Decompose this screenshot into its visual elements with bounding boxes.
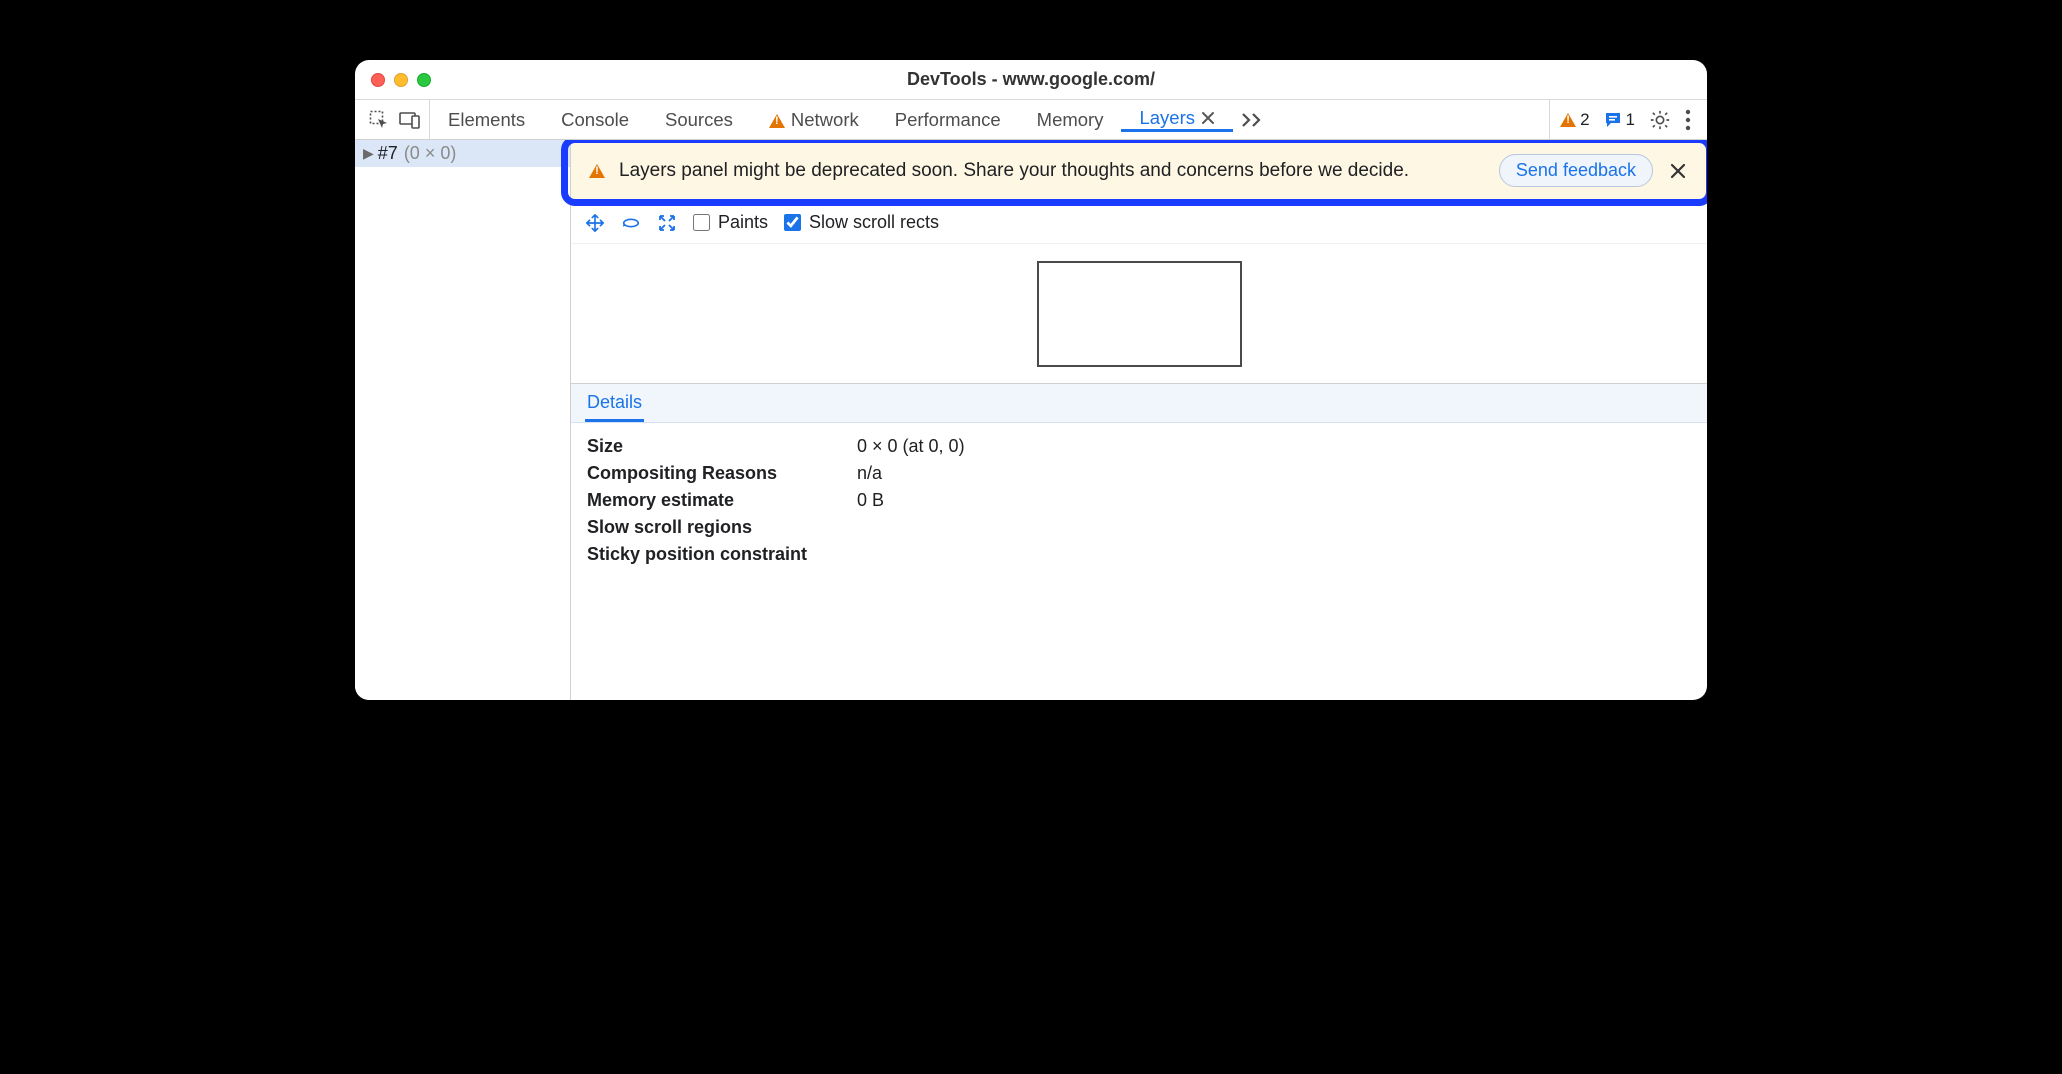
detail-key: Memory estimate (587, 487, 857, 514)
tab-network[interactable]: Network (751, 109, 877, 131)
close-banner-icon[interactable] (1667, 160, 1689, 182)
tab-label: Performance (895, 109, 1001, 131)
tab-label: Memory (1037, 109, 1104, 131)
tab-label: Console (561, 109, 629, 131)
layers-3d-view[interactable] (571, 244, 1707, 384)
layer-tree-item[interactable]: ▶ #7 (0 × 0) (355, 140, 570, 167)
detail-row-size: Size 0 × 0 (at 0, 0) (587, 433, 965, 460)
details-tabbar: Details (571, 384, 1707, 423)
slow-scroll-label: Slow scroll rects (809, 212, 939, 233)
layers-toolbar: Paints Slow scroll rects (571, 202, 1707, 244)
deprecation-banner: Layers panel might be deprecated soon. S… (571, 140, 1707, 202)
tab-layers[interactable]: Layers (1121, 107, 1233, 132)
layer-name: #7 (378, 143, 398, 164)
detail-value: 0 × 0 (at 0, 0) (857, 433, 965, 460)
slow-scroll-checkbox[interactable]: Slow scroll rects (784, 212, 939, 233)
inspect-element-icon[interactable] (369, 110, 389, 130)
warning-count: 2 (1580, 110, 1589, 130)
reset-view-icon[interactable] (657, 213, 677, 233)
tab-performance[interactable]: Performance (877, 109, 1019, 131)
zoom-window-button[interactable] (417, 73, 431, 87)
detail-value: n/a (857, 460, 965, 487)
send-feedback-button[interactable]: Send feedback (1499, 154, 1653, 187)
rotate-tool-icon[interactable] (621, 213, 641, 233)
tab-label: Layers (1139, 107, 1195, 129)
details-table: Size 0 × 0 (at 0, 0) Compositing Reasons… (587, 433, 965, 568)
panel-tabs: Elements Console Sources Network Perform… (430, 100, 1273, 139)
window-controls (371, 73, 431, 87)
warning-icon (769, 114, 785, 128)
paints-label: Paints (718, 212, 768, 233)
tab-console[interactable]: Console (543, 109, 647, 131)
banner-text: Layers panel might be deprecated soon. S… (619, 160, 1485, 182)
settings-icon[interactable] (1649, 109, 1671, 131)
layers-main: Layers panel might be deprecated soon. S… (571, 140, 1707, 700)
panel-body: ▶ #7 (0 × 0) Layers panel might be depre… (355, 140, 1707, 700)
detail-row-compositing: Compositing Reasons n/a (587, 460, 965, 487)
detail-key: Compositing Reasons (587, 460, 857, 487)
detail-row-sticky: Sticky position constraint (587, 541, 965, 568)
window-title: DevTools - www.google.com/ (355, 69, 1707, 90)
detail-value (857, 514, 965, 541)
tab-label: Elements (448, 109, 525, 131)
slow-scroll-checkbox-input[interactable] (784, 214, 801, 231)
issues-counter[interactable]: 2 (1560, 110, 1589, 130)
layer-dimensions: (0 × 0) (402, 143, 457, 164)
tab-label: Sources (665, 109, 733, 131)
devtools-window: DevTools - www.google.com/ Elements Cons… (355, 60, 1707, 700)
detail-key: Slow scroll regions (587, 514, 857, 541)
messages-counter[interactable]: 1 (1604, 110, 1635, 130)
close-tab-icon[interactable] (1201, 111, 1215, 125)
tab-elements[interactable]: Elements (430, 109, 543, 131)
main-tabstrip: Elements Console Sources Network Perform… (355, 100, 1707, 140)
tab-label: Network (791, 109, 859, 131)
detail-value (857, 541, 965, 568)
more-tabs-button[interactable] (1233, 112, 1273, 128)
paints-checkbox-input[interactable] (693, 214, 710, 231)
device-toolbar-icon[interactable] (399, 110, 421, 130)
tab-sources[interactable]: Sources (647, 109, 751, 131)
detail-row-memory: Memory estimate 0 B (587, 487, 965, 514)
deprecation-banner-wrap: Layers panel might be deprecated soon. S… (571, 140, 1707, 202)
message-count: 1 (1626, 110, 1635, 130)
message-icon (1604, 111, 1622, 129)
close-window-button[interactable] (371, 73, 385, 87)
detail-key: Sticky position constraint (587, 541, 857, 568)
paints-checkbox[interactable]: Paints (693, 212, 768, 233)
layer-rectangle[interactable] (1037, 261, 1242, 367)
kebab-menu-icon[interactable] (1685, 109, 1691, 131)
detail-row-slow-scroll: Slow scroll regions (587, 514, 965, 541)
detail-key: Size (587, 433, 857, 460)
detail-value: 0 B (857, 487, 965, 514)
layers-tree-sidebar: ▶ #7 (0 × 0) (355, 140, 571, 700)
warning-icon (589, 164, 605, 178)
warning-icon (1560, 113, 1576, 127)
titlebar: DevTools - www.google.com/ (355, 60, 1707, 100)
minimize-window-button[interactable] (394, 73, 408, 87)
disclosure-triangle-icon[interactable]: ▶ (363, 145, 374, 162)
details-tab[interactable]: Details (585, 384, 644, 422)
inspect-tools (361, 100, 430, 139)
tabstrip-status: 2 1 (1549, 100, 1701, 139)
tab-memory[interactable]: Memory (1019, 109, 1122, 131)
details-pane: Size 0 × 0 (at 0, 0) Compositing Reasons… (571, 423, 1707, 592)
pan-tool-icon[interactable] (585, 213, 605, 233)
